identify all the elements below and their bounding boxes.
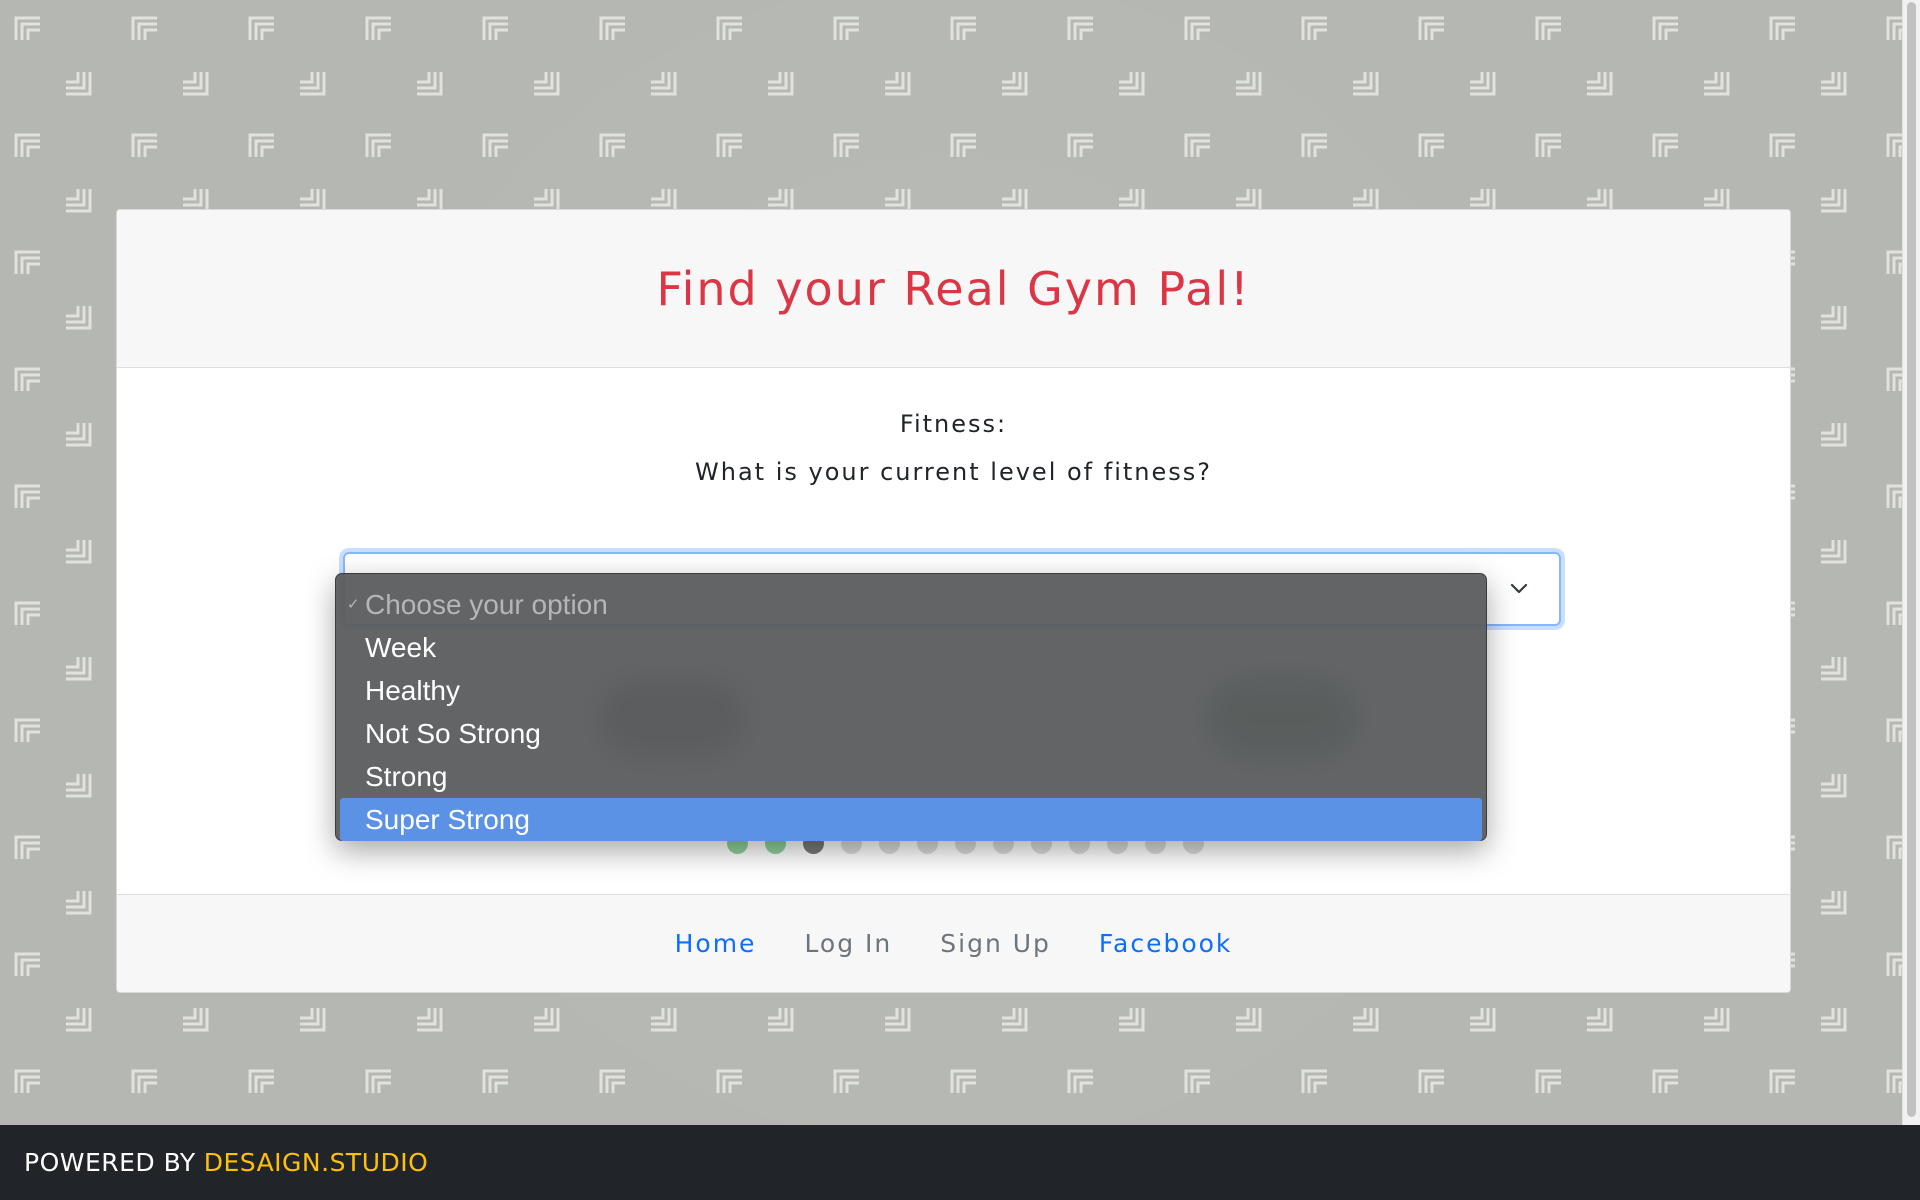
dropdown-option-label: Choose your option [365,589,608,620]
section-label: Fitness: [899,410,1008,438]
dropdown-option-placeholder[interactable]: ✓ Choose your option [340,583,1482,626]
dropdown-option-label: Super Strong [365,804,530,835]
brand-link[interactable]: DESAIGN.STUDIO [204,1148,429,1177]
dropdown-option-super-strong[interactable]: Super Strong [340,798,1482,841]
scrollbar-thumb[interactable] [1907,2,1916,1117]
dropdown-option-label: Healthy [365,675,460,706]
dropdown-option-week[interactable]: Week [340,626,1482,669]
page-scrollbar[interactable] [1902,0,1920,1125]
nav-login-link[interactable]: Log In [804,929,892,958]
nav-home-link[interactable]: Home [675,929,757,958]
nav-facebook-link[interactable]: Facebook [1099,929,1232,958]
card-header: Find your Real Gym Pal! [117,210,1790,368]
dropdown-option-healthy[interactable]: Healthy [340,669,1482,712]
powered-by-bar: POWERED BY DESAIGN.STUDIO [0,1125,1920,1200]
dropdown-option-label: Week [365,632,437,663]
powered-by-label: POWERED BY [24,1148,196,1177]
nav-signup-link[interactable]: Sign Up [940,929,1051,958]
dropdown-option-label: Strong [365,761,448,792]
checkmark-icon: ✓ [347,596,360,613]
page-title: Find your Real Gym Pal! [656,261,1251,316]
dropdown-option-strong[interactable]: Strong [340,755,1482,798]
question-text: What is your current level of fitness? [695,458,1212,486]
chevron-down-icon [1510,583,1528,594]
dropdown-option-not-so-strong[interactable]: Not So Strong [340,712,1482,755]
select-dropdown-menu: ✓ Choose your option Week Healthy Not So… [335,573,1487,841]
card-footer-nav: Home Log In Sign Up Facebook [117,894,1790,992]
dropdown-option-label: Not So Strong [365,718,541,749]
